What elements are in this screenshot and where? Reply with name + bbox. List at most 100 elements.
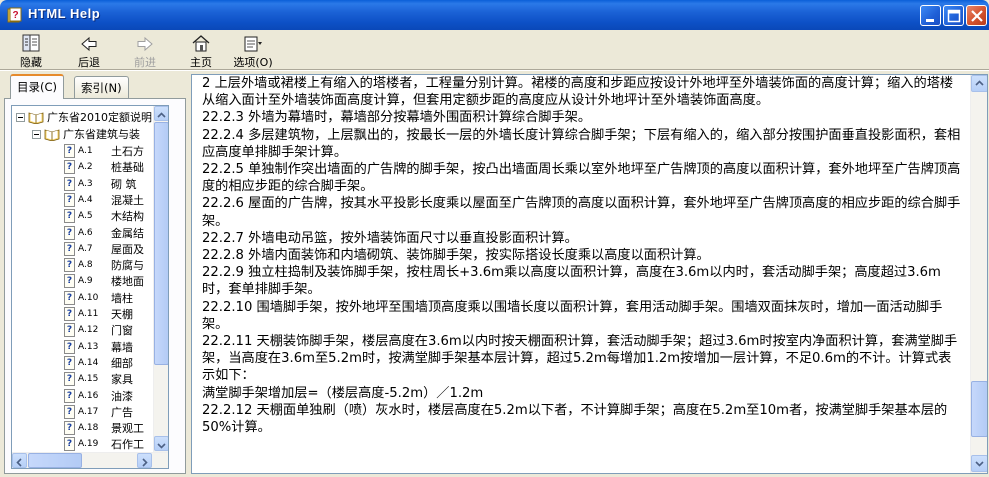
tree-item[interactable]: ? A.7 屋面及 [64,241,144,257]
tree-item[interactable]: ? A.6 金属结 [64,225,144,241]
tab-index[interactable]: 索引(N) [74,76,129,98]
tree-item[interactable]: ? A.4 混凝土 [64,192,144,208]
topic-paragraph: 22.2.8 外墙内面装饰和内墙砌筑、装饰脚手架，按实际搭设长度乘以高度以面积计… [202,248,710,264]
tree-item-code: A.15 [78,374,99,385]
topic-paragraph: 满堂脚手架增加层=（楼层高度-5.2m）／1.2m [202,385,484,401]
tree-item[interactable]: ? A.19 石作工 [64,436,144,452]
content-vertical-scrollbar[interactable] [970,75,987,473]
home-button[interactable]: 主页 [186,33,216,69]
help-topic-icon: ? [64,404,75,419]
open-book-icon [44,129,60,141]
topic-paragraph: 22.2.7 外墙电动吊篮，按外墙装饰面尺寸以垂直投影面积计算。 [202,230,578,246]
hide-button[interactable]: 隐藏 [16,33,46,69]
tree-item[interactable]: ? A.8 防腐与 [64,257,144,273]
tree-item[interactable]: ? A.12 门窗 [64,322,133,338]
horizontal-scroll-thumb[interactable] [28,453,82,468]
minimize-button[interactable] [920,5,941,26]
forward-button[interactable]: 前进 [130,33,160,69]
tree-item[interactable]: ? A.11 天棚 [64,306,133,322]
open-book-icon [28,112,44,124]
toolbar-divider [0,69,989,71]
tree-item[interactable]: ? A.15 家具 [64,371,133,387]
options-button[interactable]: 选项(O) [230,33,276,69]
tree-item-code: A.1 [78,146,93,156]
scroll-left-arrow[interactable] [12,453,27,468]
tree-item-label: 家具 [111,373,133,387]
tree-item-label: 混凝土 [111,193,144,207]
tree-item[interactable]: ? A.10 墙柱 [64,290,133,306]
scroll-down-arrow[interactable] [154,436,168,451]
tree-item[interactable]: ? A.2 桩基础 [64,159,144,175]
help-topic-icon: ? [64,144,75,158]
scroll-down-arrow[interactable] [971,455,987,472]
tree-item-code: A.7 [78,243,93,254]
tree-item-code: A.17 [78,406,99,417]
help-app-icon: ? [7,7,22,23]
nav-tabs: 目录(C) 索引(N) [4,74,186,99]
maximize-icon [947,9,961,23]
back-arrow-icon [81,36,97,52]
tree-item-code: A.8 [78,260,93,271]
tree-item[interactable]: ? A.16 油漆 [64,388,133,404]
tree-item-code: A.6 [78,227,93,238]
tree-item-label: 天棚 [111,308,133,321]
tree-item-code: A.4 [78,194,93,205]
collapse-icon[interactable] [16,112,25,122]
tree-item[interactable]: ? A.9 楼地面 [64,273,144,289]
tree-item[interactable]: ? A.18 景观工 [64,420,144,436]
close-icon [971,10,983,22]
chevron-up-icon [157,112,166,118]
tree-item-label: 木结构 [111,210,144,224]
help-topic-icon: ? [64,323,75,338]
tree-item[interactable]: ? A.3 砌 筑 [64,176,137,192]
tree-item-code: A.2 [78,162,93,173]
home-label: 主页 [190,56,212,69]
tree-item-code: A.11 [78,309,99,319]
back-label: 后退 [78,56,100,69]
tree-item-code: A.3 [78,178,93,189]
help-topic-icon: ? [64,225,75,240]
tree-item-code: A.9 [78,276,93,287]
tree-item[interactable]: ? A.14 细部 [64,355,133,371]
topic-paragraph: 22.2.10 围墙脚手架，按外地坪至围墙顶高度乘以围墙长度以面积计算，套用活动… [202,299,943,332]
tree-node-label: 广东省建筑与装 [63,128,140,141]
close-button[interactable] [966,5,987,26]
tree-viewport: 广东省2010定额说明 广东省建筑与装 ? A.1 土石方? A.2 桩基础? A.3 砌 … [12,106,154,452]
help-topic-icon: ? [64,307,75,321]
scroll-up-arrow[interactable] [154,106,168,121]
scroll-thumb[interactable] [154,122,168,365]
scroll-up-arrow[interactable] [971,75,987,92]
tree-item-label: 门窗 [111,324,133,338]
tree-vertical-scrollbar[interactable] [153,106,168,452]
chevron-down-icon [157,443,166,449]
svg-text:?: ? [12,10,18,21]
chevron-up-icon [975,80,984,86]
topic-paragraph: 2 上层外墙或裙楼上有缩入的塔楼者，工程量分别计算。裙楼的高度和步距应按设计外地… [202,76,954,109]
contents-panel: 广东省2010定额说明 广东省建筑与装 ? A.1 土石方? A.2 桩基础? A.3 砌 … [4,98,186,474]
collapse-icon[interactable] [32,129,41,139]
tree-item[interactable]: ? A.13 幕墙 [64,339,133,355]
tree-node-child[interactable]: 广东省建筑与装 [32,126,140,142]
tab-contents[interactable]: 目录(C) [10,74,65,99]
topic-content-pane[interactable]: 2 上层外墙或裙楼上有缩入的塔楼者，工程量分别计算。裙楼的高度和步距应按设计外地… [191,74,988,474]
tree-item-code: A.16 [78,390,99,401]
scroll-thumb[interactable] [971,381,987,437]
back-button[interactable]: 后退 [74,33,104,69]
tree-item-label: 广告 [111,405,133,419]
tree-item-code: A.12 [78,325,99,336]
tree-horizontal-scrollbar[interactable] [12,452,168,468]
tree-item[interactable]: ? A.17 广告 [64,404,133,420]
tree-item[interactable]: ? A.1 土石方 [64,143,144,159]
maximize-button[interactable] [943,5,964,26]
tree-item-label: 油漆 [111,389,133,403]
tree-item[interactable]: ? A.5 木结构 [64,208,144,224]
tree-item-label: 金属结 [111,226,144,240]
title-bar[interactable]: ? HTML Help [0,0,989,30]
tree-item-code: A.18 [78,423,99,434]
scroll-right-arrow[interactable] [137,453,152,468]
tree-item-label: 防腐与 [111,259,144,273]
topic-paragraph: 22.2.6 屋面的广告牌，按其水平投影长度乘以屋面至广告牌顶的高度以面积计算，… [202,196,961,229]
tree-node-root[interactable]: 广东省2010定额说明 [16,109,152,125]
help-topic-icon: ? [64,421,75,436]
options-icon [244,36,262,52]
